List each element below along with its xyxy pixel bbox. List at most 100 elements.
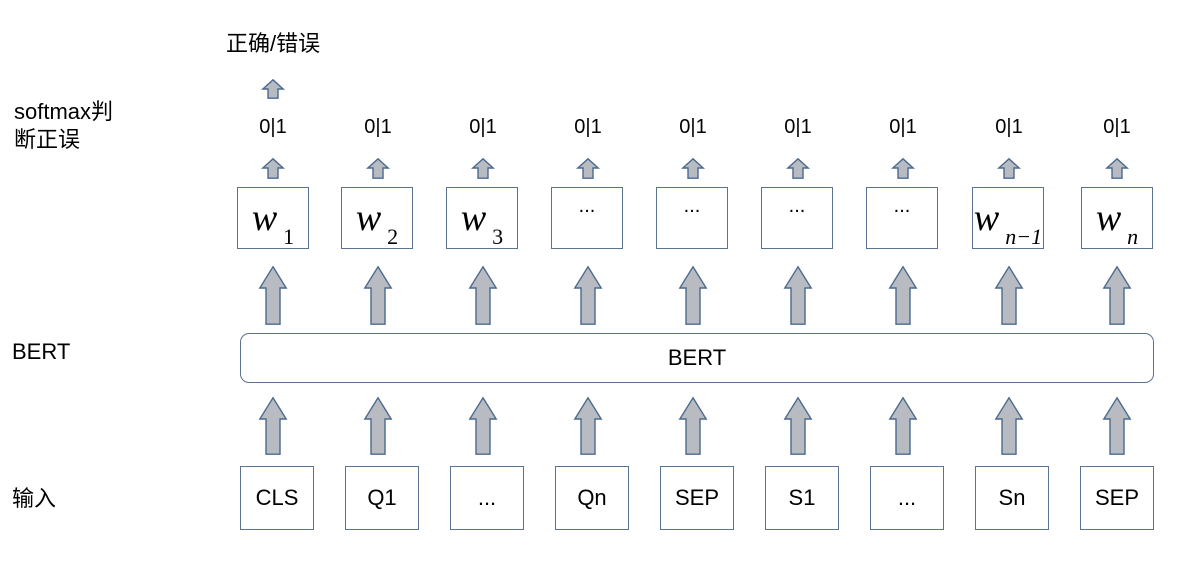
bert-to-output-arrow-5-shape — [678, 265, 708, 325]
bert-to-output-arrow-3 — [468, 265, 498, 325]
input-token-box-1: CLS — [240, 466, 314, 530]
prob-arrow-8-shape — [996, 157, 1022, 179]
output-symbol-subscript: 3 — [492, 224, 504, 249]
output-symbol: wn — [1095, 197, 1138, 248]
bert-to-output-arrow-7 — [888, 265, 918, 325]
input-token-label: Sn — [998, 485, 1026, 510]
output-box-6: ... — [761, 187, 833, 249]
input-to-bert-arrow-9-shape — [1102, 396, 1132, 455]
output-symbol: w3 — [460, 197, 503, 248]
prob-label-5: 0|1 — [679, 116, 707, 138]
prob-arrow-7 — [890, 157, 916, 179]
output-box-9: wn — [1081, 187, 1153, 249]
output-symbol: w2 — [355, 197, 398, 248]
output-box-5: ... — [656, 187, 728, 249]
input-token-box-8: Sn — [975, 466, 1049, 530]
bert-to-output-arrow-4-shape — [573, 265, 603, 325]
bert-block-label: BERT — [667, 345, 727, 370]
bert-to-output-arrow-8-shape — [994, 265, 1024, 325]
prob-arrow-7-shape — [890, 157, 916, 179]
prob-arrow-2 — [365, 157, 391, 179]
output-ellipsis: ... — [683, 194, 701, 217]
prob-arrow-8 — [996, 157, 1022, 179]
input-token-box-7: ... — [870, 466, 944, 530]
output-symbol-main: w — [251, 197, 278, 239]
bert-to-output-arrow-8 — [994, 265, 1024, 325]
input-to-bert-arrow-1-shape — [258, 396, 288, 455]
bert-to-output-arrow-9 — [1102, 265, 1132, 325]
input-to-bert-arrow-7 — [888, 396, 918, 455]
input-token-label: Qn — [577, 485, 607, 510]
prob-arrow-6-shape — [785, 157, 811, 179]
output-symbol: w n−1 — [973, 197, 1042, 248]
prob-label-9: 0|1 — [1103, 116, 1131, 138]
input-to-bert-arrow-5 — [678, 396, 708, 455]
prob-arrow-5-shape — [680, 157, 706, 179]
bert-to-output-arrow-1-shape — [258, 265, 288, 325]
prob-label-7: 0|1 — [889, 116, 917, 138]
input-token-label: CLS — [255, 485, 299, 510]
bert-block: BERT — [240, 333, 1154, 383]
bert-side-label: BERT — [12, 339, 71, 364]
input-token-box-2: Q1 — [345, 466, 419, 530]
bert-to-output-arrow-9-shape — [1102, 265, 1132, 325]
input-to-bert-arrow-8-shape — [994, 396, 1024, 455]
bert-to-output-arrow-7-shape — [888, 265, 918, 325]
input-token-label: SEP — [1094, 485, 1140, 510]
prob-arrow-2-shape — [365, 157, 391, 179]
output-ellipsis: ... — [893, 194, 911, 217]
output-symbol-subscript: n−1 — [1005, 224, 1043, 249]
input-token-label: ... — [477, 485, 497, 510]
prob-arrow-3 — [470, 157, 496, 179]
output-symbol-main: w — [355, 197, 382, 239]
bert-to-output-arrow-5 — [678, 265, 708, 325]
output-box-1: w1 — [237, 187, 309, 249]
input-token-box-3: ... — [450, 466, 524, 530]
output-symbol-main: w — [1095, 197, 1122, 239]
input-token-label: ... — [897, 485, 917, 510]
prob-label-6: 0|1 — [784, 116, 812, 138]
input-to-bert-arrow-4-shape — [573, 396, 603, 455]
input-to-bert-arrow-7-shape — [888, 396, 918, 455]
input-to-bert-arrow-9 — [1102, 396, 1132, 455]
prob-arrow-9 — [1104, 157, 1130, 179]
bert-to-output-arrow-3-shape — [468, 265, 498, 325]
input-token-box-4: Qn — [555, 466, 629, 530]
input-token-box-5: SEP — [660, 466, 734, 530]
input-token-label: SEP — [674, 485, 720, 510]
output-box-3: w3 — [446, 187, 518, 249]
prob-label-4: 0|1 — [574, 116, 602, 138]
input-token-label: S1 — [788, 485, 816, 510]
input-token-box-6: S1 — [765, 466, 839, 530]
input-to-bert-arrow-6-shape — [783, 396, 813, 455]
output-symbol-subscript: n — [1127, 224, 1139, 249]
output-ellipsis: ... — [788, 194, 806, 217]
bert-to-output-arrow-6 — [783, 265, 813, 325]
prob-arrow-9-shape — [1104, 157, 1130, 179]
prob-label-8: 0|1 — [995, 116, 1023, 138]
output-box-2: w2 — [341, 187, 413, 249]
input-side-label: 输入 — [12, 486, 57, 511]
input-to-bert-arrow-3-shape — [468, 396, 498, 455]
prob-arrow-1-shape — [260, 157, 286, 179]
output-box-4: ... — [551, 187, 623, 249]
input-to-bert-arrow-3 — [468, 396, 498, 455]
bert-to-output-arrow-2-shape — [363, 265, 393, 325]
prob-label-3: 0|1 — [469, 116, 497, 138]
output-symbol-main: w — [460, 197, 487, 239]
prob-arrow-3-shape — [470, 157, 496, 179]
bert-to-output-arrow-1 — [258, 265, 288, 325]
bert-to-output-arrow-2 — [363, 265, 393, 325]
input-token-box-9: SEP — [1080, 466, 1154, 530]
prob-arrow-6 — [785, 157, 811, 179]
output-ellipsis: ... — [578, 194, 596, 217]
input-to-bert-arrow-1 — [258, 396, 288, 455]
output-arrow-shape — [260, 78, 286, 99]
input-to-bert-arrow-6 — [783, 396, 813, 455]
input-to-bert-arrow-2-shape — [363, 396, 393, 455]
softmax-label: softmax判 断正误 — [14, 99, 114, 152]
output-symbol-main: w — [973, 197, 1000, 239]
output-symbol-subscript: 2 — [387, 224, 399, 249]
output-symbol: w1 — [251, 197, 294, 248]
input-token-label: Q1 — [367, 485, 397, 510]
